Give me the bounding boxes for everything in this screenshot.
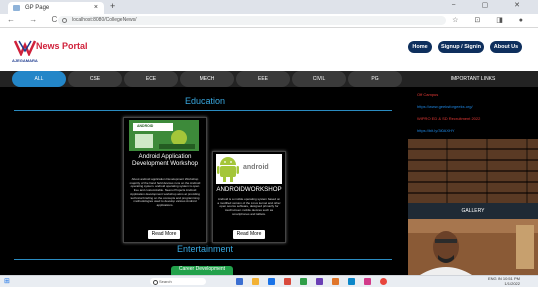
tray-language: ENG IN [487,276,502,281]
link-geeksforgeeks[interactable]: https://www.geeksforgeeks.org/ [417,104,473,109]
gallery-photo [408,219,538,275]
browser-tab-strip: GP Page × + − ▢ ✕ [0,0,538,14]
app-icon[interactable] [316,278,323,285]
card-image-caption: ANDROID [137,124,154,128]
new-tab-button[interactable]: + [110,1,115,11]
category-menu: ALL CSE ECE MECH EEE CIVIL PG [0,71,410,87]
about-us-button[interactable]: About Us [490,41,522,53]
store-icon[interactable] [284,278,291,285]
address-bar-row: ← → C ⌂ localhost:8080/CollegeNews/ ☆ ⊡ … [0,14,538,28]
task-view-icon[interactable] [236,278,243,285]
gallery-image[interactable] [408,219,538,275]
sidebar-wood-background [408,139,538,203]
app-icon[interactable] [300,278,307,285]
card-title[interactable]: ANDROIDWORKSHOP [213,186,285,193]
news-portal-logo-icon [13,40,37,56]
os-taskbar: ⊞ Search ENG IN 10:51 PM 1/1/2022 [0,275,538,287]
section-title-education: Education [184,96,226,106]
app-icon[interactable] [348,278,355,285]
menu-item-cse[interactable]: CSE [68,71,122,87]
card-title[interactable]: Android Application Development Workshop [124,153,206,168]
section-divider [14,110,392,111]
important-links-list: Off Campus https://www.geeksforgeeks.org… [408,87,538,139]
link-off-campus[interactable]: Off Campus [417,92,438,97]
app-icon[interactable] [332,278,339,285]
edge-browser-icon[interactable] [268,278,275,285]
gallery-heading: GALLERY [408,203,538,219]
news-card[interactable]: android ANDROIDWORKSHOP Android is a mob… [212,151,286,243]
taskbar-search[interactable]: Search [150,278,206,285]
browser-extension-icons[interactable]: ☆ ⊡ ◨ ● [452,16,530,24]
home-button[interactable]: Home [408,41,432,53]
card-description: Android is a mobile operating system bas… [217,197,281,216]
signup-signin-button[interactable]: Signup / Signin [438,41,484,53]
url-text: localhost:8080/CollegeNews/ [72,17,137,23]
section-divider [14,259,392,260]
menu-item-ece[interactable]: ECE [124,71,178,87]
taskbar-search-text: Search [159,279,172,284]
url-field[interactable]: localhost:8080/CollegeNews/ [58,16,446,25]
browser-tab-title: GP Page [25,5,50,11]
menu-item-pg[interactable]: PG [348,71,402,87]
link-wipro-recruitment[interactable]: WIPRO ED & SD Recruitment 2022 [417,116,480,121]
news-card[interactable]: ANDROID Android Application Development … [123,117,207,243]
card-image-caption: android [243,164,269,171]
read-more-button[interactable]: Read More [148,230,180,239]
card-description: About android application Development Wo… [129,177,201,207]
windows-start-icon[interactable]: ⊞ [4,277,10,285]
menu-item-eee[interactable]: EEE [236,71,290,87]
info-icon[interactable] [62,18,67,23]
section-title-entertainment: Entertainment [176,244,234,254]
main-content: Education ANDROID Android Application De… [0,87,410,275]
search-icon [153,279,158,285]
site-logo-subtext: AJEGAMARA [12,58,38,63]
important-links-heading: IMPORTANT LINKS [408,71,538,87]
tray-date: 1/1/2022 [504,281,520,286]
link-bitly[interactable]: https://bit.ly/3l0AXHY [417,128,455,133]
site-header: News Portal AJEGAMARA Home Signup / Sign… [0,28,538,68]
menu-item-civil[interactable]: CIVIL [292,71,346,87]
file-explorer-icon[interactable] [252,278,259,285]
page-favicon-icon [13,5,20,11]
career-development-button[interactable]: Career Development [171,266,233,275]
menu-item-all[interactable]: ALL [12,71,66,87]
window-controls[interactable]: − ▢ ✕ [452,1,532,9]
browser-tab[interactable]: GP Page × [8,2,104,14]
chrome-browser-icon[interactable] [380,278,387,285]
close-tab-icon[interactable]: × [94,2,98,14]
menu-item-mech[interactable]: MECH [180,71,234,87]
site-logo-text[interactable]: News Portal [36,41,88,51]
system-tray-clock[interactable]: ENG IN 10:51 PM 1/1/2022 [488,276,520,286]
read-more-button[interactable]: Read More [233,230,265,239]
app-icon[interactable] [364,278,371,285]
